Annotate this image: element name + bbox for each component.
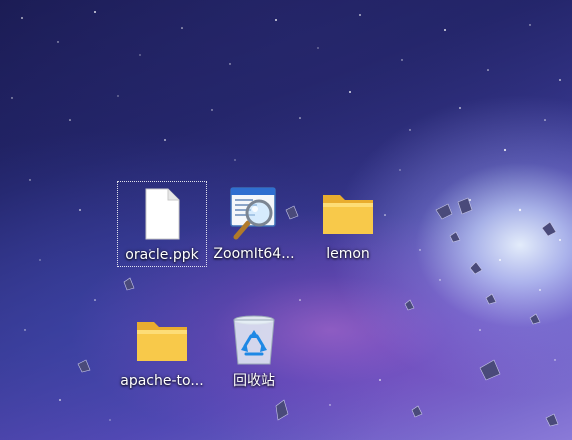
desktop-icon-label: apache-to... — [120, 373, 204, 389]
blank-file-icon — [134, 186, 190, 242]
desktop-icon-label: lemon — [326, 246, 370, 262]
desktop-icon-zoomit[interactable]: ZoomIt64... — [209, 181, 299, 267]
folder-icon — [320, 185, 376, 241]
desktop-icon-label: ZoomIt64... — [213, 246, 295, 262]
desktop-icon-apache-folder[interactable]: apache-to... — [117, 308, 207, 394]
folder-icon — [134, 312, 190, 368]
recycle-bin-icon — [226, 312, 282, 368]
desktop-icon-oracle-ppk[interactable]: oracle.ppk — [117, 181, 207, 267]
desktop-icon-recycle-bin[interactable]: 回收站 — [209, 308, 299, 394]
desktop-icon-label: oracle.ppk — [125, 247, 199, 263]
desktop-icon-label: 回收站 — [233, 373, 275, 389]
desktop-icon-lemon-folder[interactable]: lemon — [303, 181, 393, 267]
zoomit-magnifier-icon — [226, 185, 282, 241]
